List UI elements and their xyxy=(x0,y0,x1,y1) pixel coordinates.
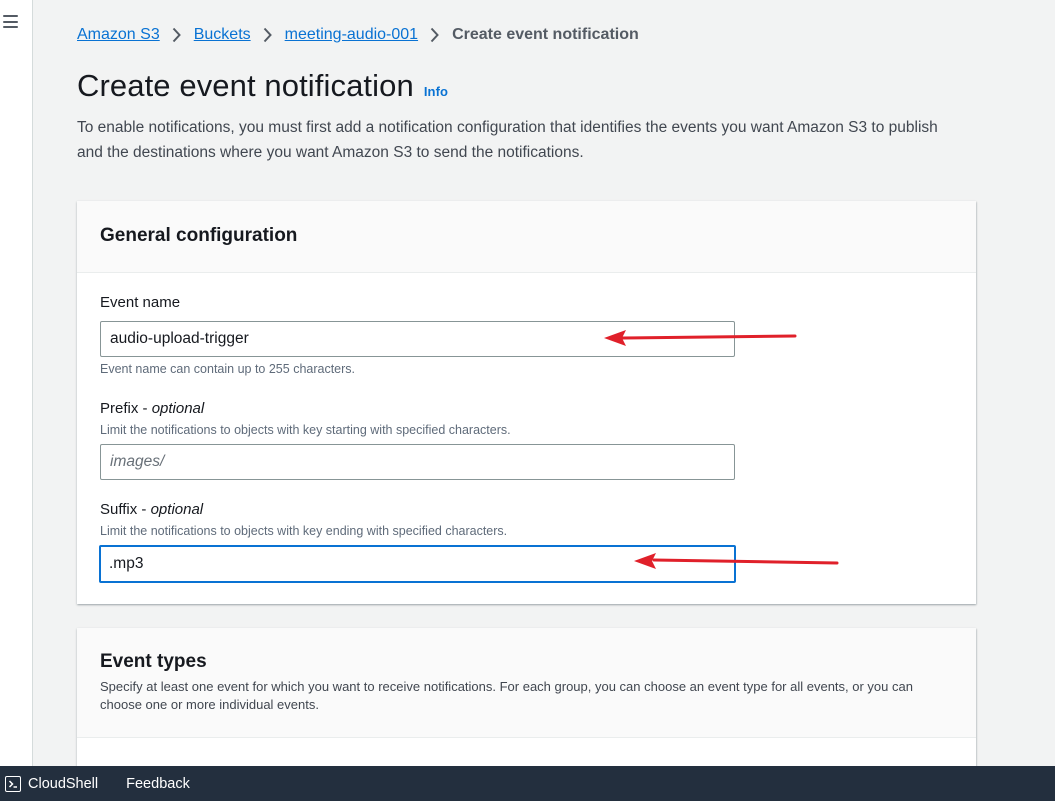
left-nav-rail xyxy=(0,0,33,766)
cloudshell-button[interactable]: CloudShell xyxy=(5,775,99,792)
general-configuration-panel: General configuration Event name Event n… xyxy=(77,201,976,604)
prefix-label-text: Prefix xyxy=(100,400,139,417)
breadcrumb-current: Create event notification xyxy=(452,26,639,43)
chevron-right-icon xyxy=(430,27,439,43)
chevron-right-icon xyxy=(172,27,181,43)
page-description: To enable notifications, you must first … xyxy=(77,119,938,161)
info-link[interactable]: Info xyxy=(424,84,448,99)
cloudshell-label: CloudShell xyxy=(28,775,99,792)
suffix-optional: optional xyxy=(150,501,204,518)
event-types-description: Specify at least one event for which you… xyxy=(100,679,913,712)
breadcrumb-amazon-s3[interactable]: Amazon S3 xyxy=(77,26,160,44)
breadcrumb-bucket[interactable]: meeting-audio-001 xyxy=(285,26,418,44)
panel-header: Event types Specify at least one event f… xyxy=(77,628,976,738)
prefix-label: Prefix - optional xyxy=(100,400,205,417)
cloudshell-icon xyxy=(5,775,21,792)
suffix-hint: Limit the notifications to objects with … xyxy=(100,524,508,538)
panel-title: General configuration xyxy=(100,225,298,246)
suffix-label: Suffix - optional xyxy=(100,501,204,518)
panel-title: Event types xyxy=(100,651,207,672)
menu-icon[interactable] xyxy=(3,15,18,28)
annotation-arrow-suffix xyxy=(634,553,839,569)
page-title-text: Create event notification xyxy=(77,68,414,103)
panel-header: General configuration xyxy=(77,201,976,273)
breadcrumb: Amazon S3 Buckets meeting-audio-001 Crea… xyxy=(77,24,639,46)
prefix-input[interactable] xyxy=(100,444,735,480)
chevron-right-icon xyxy=(263,27,272,43)
event-name-label: Event name xyxy=(100,294,181,311)
prefix-optional: optional xyxy=(151,400,205,417)
annotation-arrow-event-name xyxy=(604,330,797,346)
suffix-label-text: Suffix xyxy=(100,501,138,518)
event-types-panel: Event types Specify at least one event f… xyxy=(77,628,976,778)
feedback-button[interactable]: Feedback xyxy=(126,776,190,792)
prefix-hint: Limit the notifications to objects with … xyxy=(100,423,511,437)
bottom-bar: CloudShell Feedback xyxy=(0,766,1055,801)
breadcrumb-buckets[interactable]: Buckets xyxy=(194,26,251,44)
page-title: Create event notification Info xyxy=(77,68,448,104)
event-name-hint: Event name can contain up to 255 charact… xyxy=(100,362,356,376)
